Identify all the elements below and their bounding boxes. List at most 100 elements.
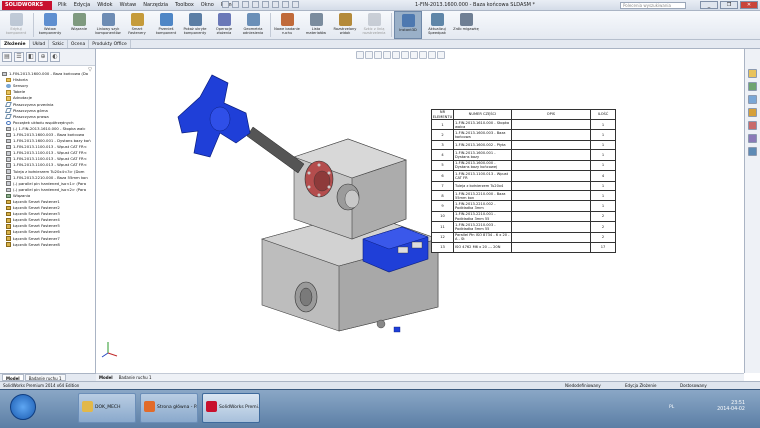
tree-item-label: Łącznik Smart Fastener8 xyxy=(13,241,60,247)
solidworks-logo[interactable]: SOLIDWORKS xyxy=(2,1,52,10)
taskbar-button[interactable]: Strona główna - P... xyxy=(140,393,198,423)
menu-item[interactable]: Widok xyxy=(97,2,112,9)
hide-show-items-icon[interactable] xyxy=(410,51,418,59)
tab-motion-study-view[interactable]: Badanie ruchu 1 xyxy=(119,374,152,381)
command-tab[interactable]: Układ xyxy=(30,40,50,48)
bom-row[interactable]: 13 ISO 4762 M6 x 20 --- 20N 17 xyxy=(431,242,616,253)
ribbon-button[interactable]: Rozstrzelony widok xyxy=(331,11,359,39)
command-tab[interactable]: Produkty Office xyxy=(89,40,131,48)
close-button[interactable]: ✕ xyxy=(740,1,758,9)
custom-properties-icon[interactable] xyxy=(748,134,757,143)
tab-model-view[interactable]: Model xyxy=(99,374,113,381)
dimxpert-tab-icon[interactable]: ⊕ xyxy=(38,52,48,62)
ribbon-button[interactable]: Liniowy szyk komponentów xyxy=(94,11,122,39)
minimize-button[interactable]: _ xyxy=(700,1,718,9)
undo-icon[interactable] xyxy=(262,1,269,8)
display-manager-tab-icon[interactable]: ◐ xyxy=(50,52,60,62)
bom-row[interactable]: 6 1-FIN-2013.1100.013 - Wpust CAT FR 4 xyxy=(431,170,616,182)
command-tab[interactable]: Szkic xyxy=(49,40,68,48)
bom-row[interactable]: 7 Tuleja z kołnierzem Tu20x4 1 xyxy=(431,180,616,192)
ribbon-button[interactable]: Pokaż ukryte komponenty xyxy=(181,11,209,39)
tree-item-label: Łącznik Smart Fastener5 xyxy=(13,223,60,229)
menu-item[interactable]: Toolbox xyxy=(175,2,194,9)
bom-row[interactable]: 12 Parallel Pin ISO 8734 - 6 x 20 - A - S… xyxy=(431,231,616,244)
bom-row[interactable]: 10 1-FIN-2013.2210.001 - Podkładka 3mm 55… xyxy=(431,210,616,223)
open-icon[interactable] xyxy=(232,1,239,8)
menu-item[interactable]: Wstaw xyxy=(120,2,137,9)
bom-row[interactable]: 9 1-FIN-2013.2210.002 - Podkładka 3mm 1 xyxy=(431,200,616,212)
ribbon-button-label: Smart Fastenery xyxy=(128,27,146,35)
menu-item[interactable]: Edycja xyxy=(74,2,91,9)
ribbon-button[interactable]: Szkic z linią rozstrzelenia xyxy=(360,11,388,39)
edit-appearance-icon[interactable] xyxy=(419,51,427,59)
snapshot-icon xyxy=(459,13,473,26)
ribbon-button[interactable]: Geometria odniesienia xyxy=(239,11,267,39)
ribbon-button[interactable]: Operacje złożenia xyxy=(210,11,238,39)
save-icon[interactable] xyxy=(242,1,249,8)
ribbon-button[interactable]: Instant3D xyxy=(394,11,422,39)
appearances-icon[interactable] xyxy=(748,121,757,130)
menu-item[interactable]: Plik xyxy=(58,2,67,9)
bom-row[interactable]: 3 1-FIN-2013.1600.002 - Płyta 1 xyxy=(431,139,616,151)
ribbon-button[interactable]: Wiązanie xyxy=(65,11,93,39)
ribbon-button[interactable]: Lista materiałów xyxy=(302,11,330,39)
previous-view-icon[interactable] xyxy=(374,51,382,59)
bom-row[interactable]: 1 1-FIN-2013.1610.000 - Stopka walca 1 xyxy=(431,118,616,131)
bom-row[interactable]: 8 1-FIN-2013.2210.000 - Baza 55mm kon 1 xyxy=(431,190,616,202)
feature-manager-tab-icon[interactable]: ▤ xyxy=(2,52,12,62)
bom-cell-nr: 5 xyxy=(431,159,454,172)
configuration-manager-tab-icon[interactable]: ◧ xyxy=(26,52,36,62)
maximize-button[interactable]: ❐ xyxy=(720,1,738,9)
zoom-area-icon[interactable] xyxy=(365,51,373,59)
feature-tree: 1-FIN-2013.1600.000 - Baza końcowa (Do Hi… xyxy=(0,71,96,248)
explode-line-icon xyxy=(367,13,381,26)
new-icon[interactable] xyxy=(222,1,229,8)
select-icon[interactable] xyxy=(272,1,279,8)
ribbon-button[interactable]: Wstaw komponenty xyxy=(36,11,64,39)
tab-motion-study[interactable]: Badanie ruchu 1 xyxy=(24,374,66,381)
ribbon-button[interactable]: Smart Fastenery xyxy=(123,11,151,39)
command-tab[interactable]: Złożenie xyxy=(1,40,30,48)
search-input[interactable]: Polecenia wyszukiwania xyxy=(620,2,686,9)
menu-item[interactable]: Narzędzia xyxy=(143,2,168,9)
view-orientation-icon[interactable] xyxy=(392,51,400,59)
start-button[interactable] xyxy=(10,394,36,420)
language-indicator[interactable]: PL xyxy=(669,405,674,410)
clock[interactable]: 23:51 2014-04-02 xyxy=(717,401,745,413)
solidworks-resources-icon[interactable] xyxy=(748,69,757,78)
tree-item[interactable]: Łącznik Smart Fastener8 xyxy=(0,242,96,248)
rebuild-icon[interactable] xyxy=(282,1,289,8)
property-manager-tab-icon[interactable]: ☰ xyxy=(14,52,24,62)
ribbon-button[interactable]: Zrób migawkę xyxy=(452,11,480,39)
apply-scene-icon[interactable] xyxy=(428,51,436,59)
view-settings-icon[interactable] xyxy=(437,51,445,59)
ribbon-button[interactable]: Nowe badanie ruchu xyxy=(273,11,301,39)
design-library-icon[interactable] xyxy=(748,82,757,91)
bom-row[interactable]: 5 1-FIN-2013.1600.000 - Dystans bazy końc… xyxy=(431,159,616,172)
view-palette-icon[interactable] xyxy=(748,108,757,117)
bill-of-materials-table[interactable]: NR ELEMENTU NUMER CZĘŚCI OPIS ILOŚĆ 1 1-F… xyxy=(431,109,616,253)
window-controls: _ ❐ ✕ xyxy=(700,1,758,9)
command-tab[interactable]: Ocena xyxy=(68,40,90,48)
tab-model[interactable]: Model xyxy=(2,374,24,381)
ribbon-button[interactable]: Aktualizuj Speedpak xyxy=(423,11,451,39)
ribbon-button[interactable]: Edytuj komponent xyxy=(2,11,30,39)
forum-icon[interactable] xyxy=(748,147,757,156)
zoom-to-fit-icon[interactable] xyxy=(356,51,364,59)
bom-row[interactable]: 11 1-FIN-2013.2210.003 - Podkładka 5mm 55… xyxy=(431,221,616,233)
taskbar-button[interactable]: DOK_MECH xyxy=(78,393,136,423)
taskbar-button[interactable]: SolidWorks Premi... xyxy=(202,393,260,423)
plane-icon xyxy=(5,108,12,113)
ribbon-button[interactable]: Przenieś komponent xyxy=(152,11,180,39)
print-icon[interactable] xyxy=(252,1,259,8)
graphics-area[interactable]: NR ELEMENTU NUMER CZĘŚCI OPIS ILOŚĆ 1 1-F… xyxy=(96,49,744,373)
bom-row[interactable]: 4 1-FIN-2013.1600.001 - Dystans bazy 1 xyxy=(431,149,616,161)
tree-item-label: Wiązania xyxy=(13,192,31,198)
bom-row[interactable]: 2 1-FIN-2013.1600.003 - Baza końcowa 1 xyxy=(431,129,616,141)
section-view-icon[interactable] xyxy=(383,51,391,59)
part-icon xyxy=(6,169,11,174)
options-icon[interactable] xyxy=(292,1,299,8)
display-style-icon[interactable] xyxy=(401,51,409,59)
file-explorer-icon[interactable] xyxy=(748,95,757,104)
menu-item[interactable]: Okno xyxy=(201,2,214,9)
